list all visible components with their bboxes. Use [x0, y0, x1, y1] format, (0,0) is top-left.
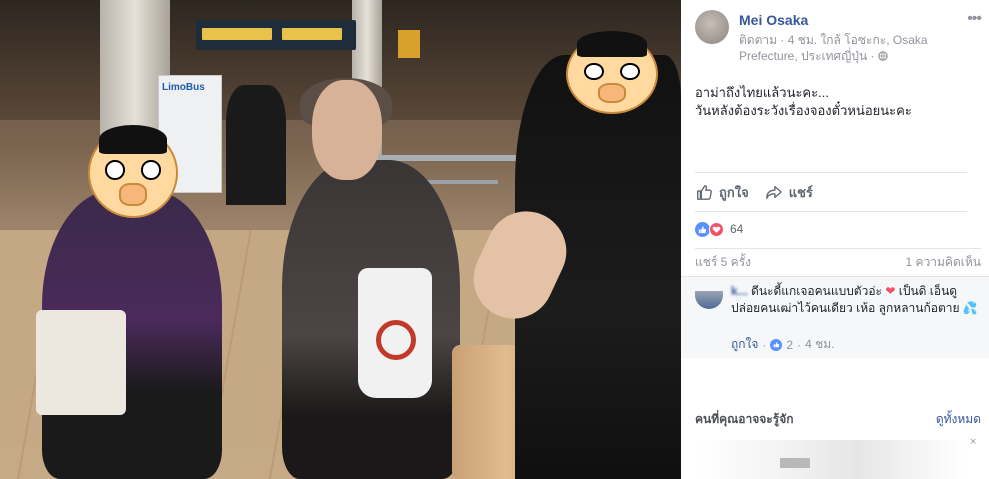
author-name[interactable]: Mei Osaka — [739, 12, 808, 28]
comment-body: k... ดีนะดี้แกเจอคนแบบตัวอ่ะ ❤ เป็นดิ เอ… — [731, 283, 981, 317]
post-meta-text: ติดตาม · 4 ชม. ใกล้ โอซะกะ, Osaka Prefec… — [739, 33, 928, 63]
post-caption-line: วันหลังต้องระวังเรื่องจองตั๋วหน่อยนะคะ — [695, 103, 912, 118]
pymk-suggestion-card[interactable] — [695, 440, 965, 479]
post-stats: แชร์ 5 ครั้ง 1 ความคิดเห็น — [695, 248, 981, 274]
post-meta: ติดตาม · 4 ชม. ใกล้ โอซะกะ, Osaka Prefec… — [739, 32, 979, 64]
love-reaction-icon — [709, 221, 724, 237]
reaction-count: 64 — [730, 222, 744, 236]
post-side-panel: Mei Osaka ติดตาม · 4 ชม. ใกล้ โอซะกะ, Os… — [681, 0, 989, 479]
photo-tote-bag — [36, 310, 126, 415]
reaction-summary[interactable]: 64 — [695, 216, 967, 242]
photo-plastic-bag — [358, 268, 432, 398]
thumbs-up-icon — [770, 338, 783, 351]
share-button[interactable]: แชร์ — [765, 182, 813, 203]
post-header: Mei Osaka ติดตาม · 4 ชม. ใกล้ โอซะกะ, Os… — [695, 10, 982, 66]
comment-count-link[interactable]: 1 ความคิดเห็น — [906, 253, 981, 272]
commenter-avatar[interactable] — [695, 291, 723, 309]
globe-icon — [878, 51, 888, 61]
share-button-label: แชร์ — [788, 184, 813, 200]
see-all-link[interactable]: ดูทั้งหมด — [936, 410, 981, 429]
commenter-name[interactable]: k... — [731, 284, 748, 298]
photo-airport-sign — [196, 20, 356, 50]
post-photo[interactable]: LimoBus — [0, 0, 681, 479]
comment-timestamp[interactable]: 4 ชม. — [805, 335, 834, 354]
author-avatar[interactable] — [695, 10, 729, 44]
like-reaction-icon — [695, 221, 710, 237]
post-caption-line: อาม่าถึงไทยแล้วนะคะ... — [695, 85, 829, 100]
share-count-link[interactable]: แชร์ 5 ครั้ง — [695, 253, 751, 272]
ellipsis-icon[interactable]: ••• — [967, 10, 982, 28]
heart-emoji-icon: ❤ — [885, 284, 896, 298]
people-you-may-know-header: คนที่คุณอาจจะรู้จัก ดูทั้งหมด — [695, 404, 981, 434]
sweat-droplets-emoji-icon: 💦 — [962, 301, 978, 315]
post-caption: อาม่าถึงไทยแล้วนะคะ... วันหลังต้องระวังเ… — [695, 84, 981, 120]
comment-like-link[interactable]: ถูกใจ — [731, 335, 758, 354]
pymk-title: คนที่คุณอาจจะรู้จัก — [695, 411, 794, 426]
close-icon[interactable]: × — [970, 436, 976, 448]
photo-grandmother-face — [312, 80, 382, 180]
photo-hotel-sign — [398, 30, 420, 58]
thumbs-up-icon — [697, 185, 712, 200]
comment-text: ดีนะดี้แกเจอคนแบบตัวอ่ะ — [751, 284, 882, 298]
face-cover-emoji-sticker — [566, 31, 658, 114]
comment-like-count: 2 — [786, 337, 794, 352]
comment-footer: ถูกใจ · 2 · 4 ชม. — [731, 335, 835, 354]
like-button-label: ถูกใจ — [719, 184, 749, 200]
like-button[interactable]: ถูกใจ — [695, 182, 749, 203]
share-arrow-icon — [765, 185, 782, 199]
comment-item: k... ดีนะดี้แกเจอคนแบบตัวอ่ะ ❤ เป็นดิ เอ… — [681, 276, 989, 358]
face-cover-emoji-sticker — [88, 124, 178, 218]
post-action-bar: ถูกใจ แชร์ — [695, 172, 967, 212]
photo-background-person — [226, 85, 286, 205]
